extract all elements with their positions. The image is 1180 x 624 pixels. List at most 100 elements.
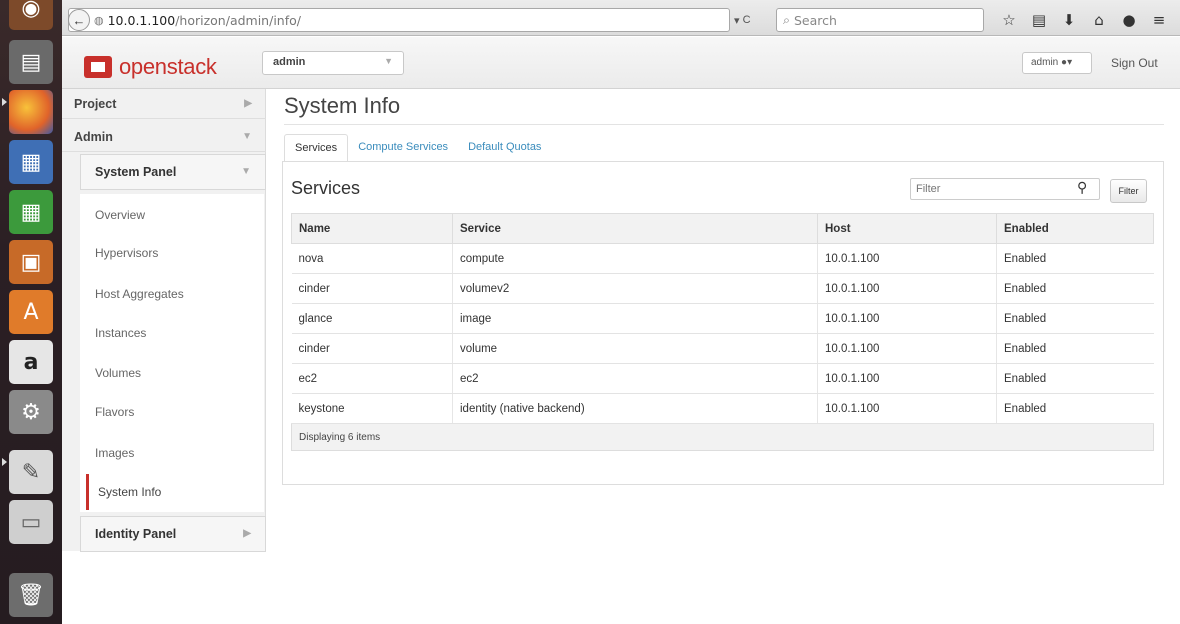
sidebar-item-volumes[interactable]: Volumes — [95, 366, 141, 380]
column-header-name[interactable]: Name — [291, 213, 453, 244]
reload-icon[interactable]: C — [743, 14, 751, 26]
reading-list-icon[interactable]: ▤ — [1024, 11, 1054, 29]
impress-icon[interactable]: ▣ — [9, 240, 53, 284]
cell-name: nova — [291, 243, 453, 274]
cell-service: identity (native backend) — [452, 393, 818, 424]
filter-input[interactable] — [910, 178, 1100, 200]
back-arrow-icon[interactable]: ← — [68, 9, 90, 31]
chevron-right-icon: ▶ — [243, 528, 251, 539]
table-row: nova compute 10.0.1.100 Enabled — [291, 243, 1154, 274]
column-header-service[interactable]: Service — [452, 213, 818, 244]
url-host: 10.0.1.100 — [107, 12, 176, 28]
table-row: ec2 ec2 10.0.1.100 Enabled — [291, 363, 1154, 394]
tab-default-quotas[interactable]: Default Quotas — [458, 134, 551, 162]
chevron-down-icon: ▼ — [384, 56, 393, 66]
cell-enabled: Enabled — [996, 333, 1154, 364]
dropdown-arrow-icon[interactable]: ▾ — [734, 14, 740, 27]
drive-icon[interactable]: ▭ — [9, 500, 53, 544]
panel-group-identity[interactable]: Identity Panel ▶ — [80, 516, 266, 552]
writer-icon[interactable]: ▦ — [9, 140, 53, 184]
panel-group-label: Identity Panel — [95, 527, 177, 541]
trash-icon[interactable]: 🗑 — [9, 573, 53, 617]
unity-launcher: ◉ ▤ ▦ ▦ ▣ A a ⚙ ✎ ▭ 🗑 — [0, 0, 62, 624]
user-menu[interactable]: admin ●▾ — [1022, 52, 1092, 74]
cell-service: volumev2 — [452, 273, 818, 304]
globe-icon: ◍ — [94, 14, 104, 27]
cell-name: ec2 — [291, 363, 453, 394]
openstack-header — [62, 37, 1180, 89]
bookmark-star-icon[interactable]: ☆ — [994, 11, 1024, 29]
column-header-enabled[interactable]: Enabled — [996, 213, 1154, 244]
chevron-down-icon: ▼ — [241, 166, 251, 177]
dashboard-project[interactable]: Project ▶ — [62, 89, 266, 119]
page-title: System Info — [284, 93, 401, 118]
settings-icon[interactable]: ⚙ — [9, 390, 53, 434]
reload-controls[interactable]: ▾ C — [734, 8, 774, 32]
dashboard-label: Admin — [74, 130, 113, 144]
table-row: cinder volume 10.0.1.100 Enabled — [291, 333, 1154, 364]
search-icon[interactable]: ⚲ — [1077, 180, 1087, 196]
panel-list — [80, 194, 264, 512]
cell-host: 10.0.1.100 — [817, 363, 997, 394]
cell-name: cinder — [291, 333, 453, 364]
cell-host: 10.0.1.100 — [817, 333, 997, 364]
amazon-icon[interactable]: a — [9, 340, 53, 384]
tab-bar: Services Compute Services Default Quotas — [284, 134, 551, 162]
sidebar-item-images[interactable]: Images — [95, 446, 134, 460]
cell-enabled: Enabled — [996, 243, 1154, 274]
services-table: Name Service Host Enabled nova compute 1… — [291, 213, 1154, 451]
cell-host: 10.0.1.100 — [817, 303, 997, 334]
search-icon: ⌕ — [783, 12, 791, 27]
cell-service: compute — [452, 243, 818, 274]
sidebar-item-host-aggregates[interactable]: Host Aggregates — [95, 287, 184, 301]
user-icon: ●▾ — [1061, 57, 1073, 68]
cell-host: 10.0.1.100 — [817, 273, 997, 304]
cell-host: 10.0.1.100 — [817, 393, 997, 424]
menu-icon[interactable]: ≡ — [1144, 11, 1174, 29]
text-editor-icon[interactable]: ✎ — [9, 450, 53, 494]
download-icon[interactable]: ⬇ — [1054, 11, 1084, 29]
dashboard-label: Project — [74, 97, 117, 111]
panel-group-system[interactable]: System Panel ▼ — [80, 154, 266, 190]
dash-home-icon[interactable]: ◉ — [9, 0, 53, 30]
table-row: keystone identity (native backend) 10.0.… — [291, 393, 1154, 424]
url-text[interactable]: 10.0.1.100/horizon/admin/info/ — [108, 13, 301, 28]
browser-tool-icons: ☆ ▤ ⬇ ⌂ ● ≡ — [994, 8, 1174, 32]
cell-service: image — [452, 303, 818, 334]
sidebar-item-system-info[interactable]: System Info — [86, 474, 264, 510]
search-placeholder: Search — [794, 12, 837, 28]
table-row: cinder volumev2 10.0.1.100 Enabled — [291, 273, 1154, 304]
software-center-icon[interactable]: A — [9, 290, 53, 334]
sidebar-item-hypervisors[interactable]: Hypervisors — [95, 246, 158, 260]
title-divider — [284, 124, 1164, 125]
sidebar-item-instances[interactable]: Instances — [95, 326, 146, 340]
home-icon[interactable]: ⌂ — [1084, 11, 1114, 29]
openstack-logo[interactable]: openstack — [84, 54, 217, 80]
sidebar-item-flavors[interactable]: Flavors — [95, 405, 134, 419]
column-header-host[interactable]: Host — [817, 213, 997, 244]
user-name: admin — [1031, 57, 1059, 68]
cell-name: keystone — [291, 393, 453, 424]
tab-services[interactable]: Services — [284, 134, 349, 162]
tab-compute-services[interactable]: Compute Services — [348, 134, 458, 162]
chat-icon[interactable]: ● — [1114, 11, 1144, 29]
table-header-row: Name Service Host Enabled — [291, 213, 1154, 244]
running-indicator — [2, 458, 7, 466]
project-selector[interactable]: admin ▼ — [262, 51, 404, 75]
calc-icon[interactable]: ▦ — [9, 190, 53, 234]
cell-name: glance — [291, 303, 453, 334]
firefox-icon[interactable] — [9, 90, 53, 134]
filter-button[interactable]: Filter — [1110, 179, 1147, 203]
logo-text: openstack — [119, 54, 217, 79]
files-icon[interactable]: ▤ — [9, 40, 53, 84]
sidebar-item-overview[interactable]: Overview — [95, 208, 145, 222]
address-bar[interactable]: ← ◍ 10.0.1.100/horizon/admin/info/ — [68, 8, 730, 32]
sign-out-link[interactable]: Sign Out — [1111, 56, 1158, 70]
cell-service: volume — [452, 333, 818, 364]
chevron-right-icon: ▶ — [244, 98, 252, 109]
cell-enabled: Enabled — [996, 393, 1154, 424]
table-footer-row: Displaying 6 items — [291, 423, 1154, 451]
browser-search-input[interactable]: ⌕ Search — [776, 8, 984, 32]
dashboard-admin[interactable]: Admin ▼ — [62, 122, 266, 152]
cell-service: ec2 — [452, 363, 818, 394]
